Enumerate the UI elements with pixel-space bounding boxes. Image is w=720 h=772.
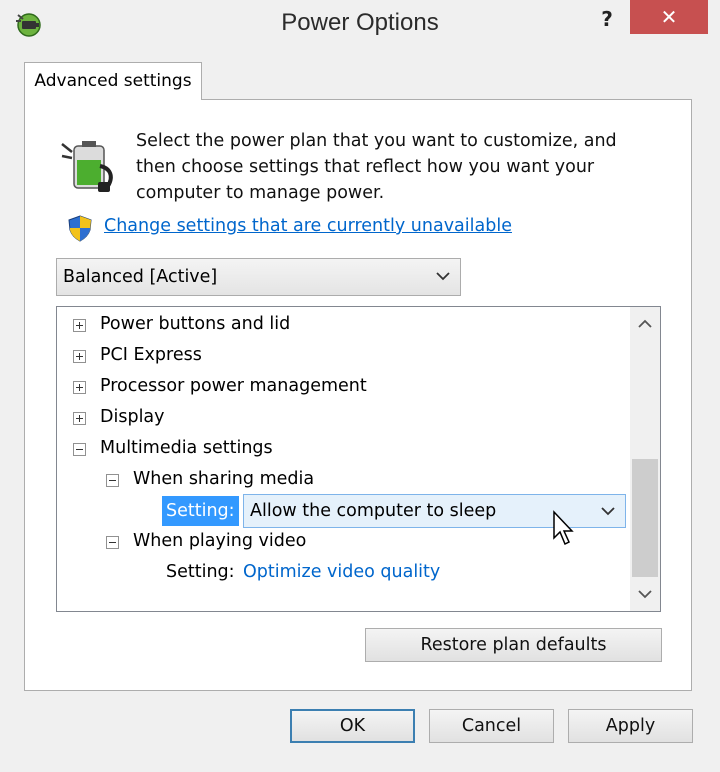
apply-button[interactable]: Apply bbox=[568, 709, 693, 743]
help-button[interactable]: ? bbox=[588, 4, 626, 34]
change-unavailable-settings-link[interactable]: Change settings that are currently unava… bbox=[104, 216, 512, 236]
tree-item-playing-video[interactable]: When playing video bbox=[133, 527, 306, 555]
tree-item-multimedia[interactable]: Multimedia settings bbox=[100, 434, 273, 462]
tree-item-display[interactable]: Display bbox=[100, 403, 165, 431]
chevron-down-icon bbox=[638, 590, 652, 599]
chevron-down-icon bbox=[601, 507, 615, 516]
tab-advanced-settings[interactable]: Advanced settings bbox=[24, 62, 202, 100]
power-plan-select[interactable]: Balanced [Active] bbox=[56, 258, 461, 296]
tree-item-sharing-media[interactable]: When sharing media bbox=[133, 465, 314, 493]
intro-text: Select the power plan that you want to c… bbox=[136, 128, 656, 206]
intro-line-1: Select the power plan that you want to c… bbox=[136, 131, 617, 151]
scroll-down-button[interactable] bbox=[630, 579, 660, 609]
vertical-scrollbar[interactable] bbox=[630, 307, 660, 611]
title-bar: Power Options ? ✕ bbox=[0, 0, 720, 50]
cancel-button[interactable]: Cancel bbox=[429, 709, 554, 743]
tree-item-power-buttons[interactable]: Power buttons and lid bbox=[100, 310, 290, 338]
tree-item-processor-power[interactable]: Processor power management bbox=[100, 372, 367, 400]
playing-video-setting-label: Setting: bbox=[166, 562, 235, 582]
sharing-media-setting-label[interactable]: Setting: bbox=[162, 496, 239, 526]
power-plan-value: Balanced [Active] bbox=[63, 267, 218, 287]
expand-icon[interactable] bbox=[73, 381, 86, 394]
chevron-up-icon bbox=[638, 319, 652, 328]
close-button[interactable]: ✕ bbox=[630, 0, 708, 34]
restore-plan-defaults-button[interactable]: Restore plan defaults bbox=[365, 628, 662, 662]
uac-shield-icon bbox=[68, 215, 92, 242]
tree-item-pci-express[interactable]: PCI Express bbox=[100, 341, 202, 369]
scroll-up-button[interactable] bbox=[630, 309, 660, 339]
collapse-icon[interactable] bbox=[106, 536, 119, 549]
expand-icon[interactable] bbox=[73, 412, 86, 425]
ok-button[interactable]: OK bbox=[290, 709, 415, 743]
expand-icon[interactable] bbox=[73, 350, 86, 363]
mouse-cursor-icon bbox=[553, 510, 574, 546]
playing-video-setting-value[interactable]: Optimize video quality bbox=[243, 558, 440, 586]
chevron-down-icon bbox=[436, 272, 450, 281]
intro-line-2: then choose settings that reflect how yo… bbox=[136, 157, 595, 177]
intro-line-3: computer to manage power. bbox=[136, 183, 385, 203]
collapse-icon[interactable] bbox=[106, 474, 119, 487]
sharing-media-setting-value: Allow the computer to sleep bbox=[250, 501, 497, 521]
battery-plug-icon bbox=[61, 141, 113, 192]
collapse-icon[interactable] bbox=[73, 443, 86, 456]
expand-icon[interactable] bbox=[73, 319, 86, 332]
scrollbar-thumb[interactable] bbox=[632, 459, 658, 577]
